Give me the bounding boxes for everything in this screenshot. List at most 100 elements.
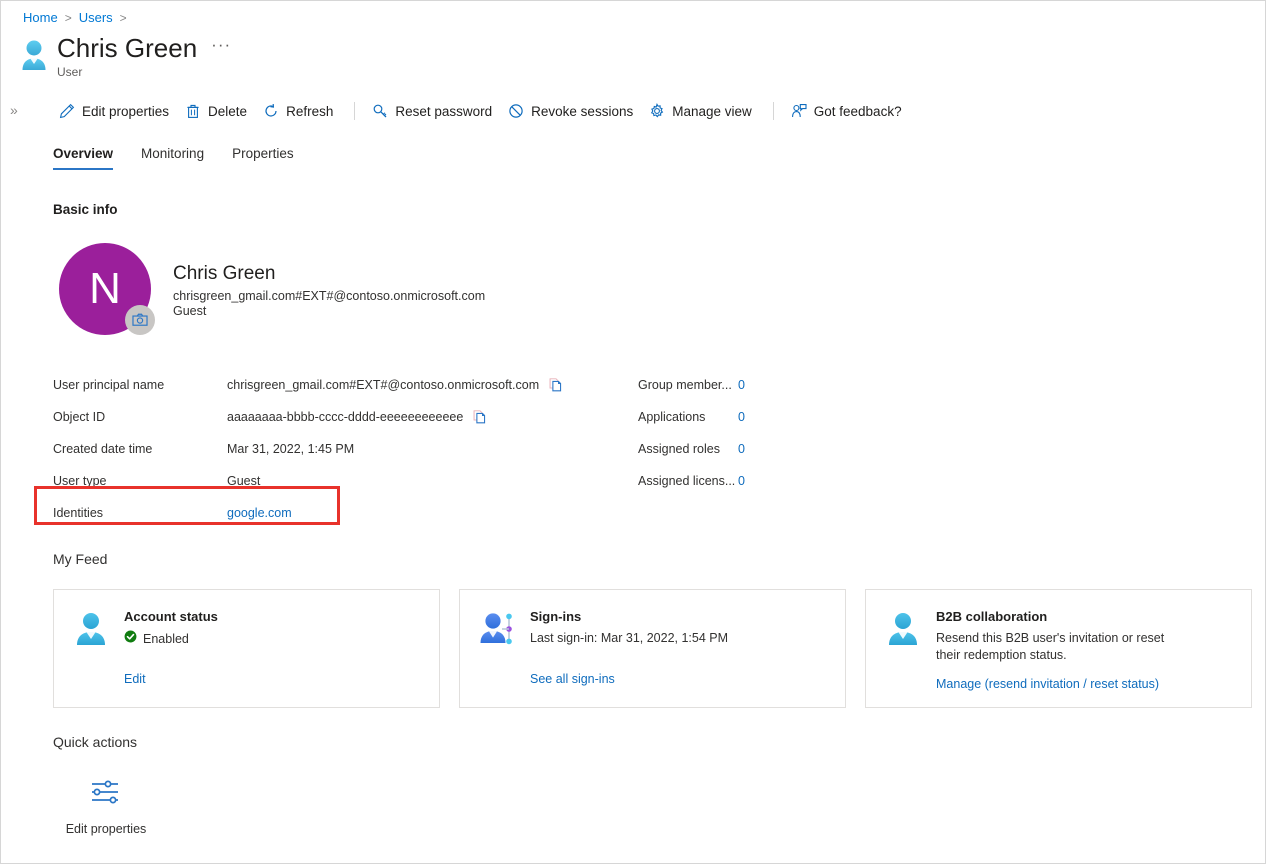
user-identity-block: N Chris Green chrisgreen_gmail.com#EXT#@… xyxy=(59,243,485,335)
toolbar-label: Refresh xyxy=(286,103,334,119)
sliders-icon xyxy=(89,776,123,808)
property-label: Identities xyxy=(53,506,104,520)
basic-info-heading: Basic info xyxy=(53,202,118,217)
breadcrumb-item-home[interactable]: Home xyxy=(23,10,58,25)
identity-name: Chris Green xyxy=(173,263,276,284)
last-signin-text: Last sign-in: Mar 31, 2022, 1:54 PM xyxy=(530,631,729,645)
property-value-count[interactable]: 0 xyxy=(738,474,745,488)
b2b-description: Resend this B2B user's invitation or res… xyxy=(936,631,1165,662)
property-value-text: chrisgreen_gmail.com#EXT#@contoso.onmicr… xyxy=(227,378,540,392)
property-value-count[interactable]: 0 xyxy=(738,378,745,392)
identity-upn: chrisgreen_gmail.com#EXT#@contoso.onmicr… xyxy=(173,289,486,303)
tab-label: Properties xyxy=(232,146,294,161)
tab-label: Monitoring xyxy=(141,146,205,161)
toolbar-label: Reset password xyxy=(395,103,493,119)
breadcrumb: Home > Users > xyxy=(23,10,127,25)
card-b2b-collaboration: B2B collaboration Resend this B2B user's… xyxy=(865,589,1252,708)
gear-icon xyxy=(649,103,665,119)
property-value-count[interactable]: 0 xyxy=(738,442,745,456)
page-header: Chris Green ··· User xyxy=(19,33,231,79)
my-feed-cards: Account status Enabled Edit Sign-ins Las… xyxy=(53,589,1252,708)
property-value-count[interactable]: 0 xyxy=(738,410,745,424)
person-icon xyxy=(19,38,49,74)
refresh-icon xyxy=(263,103,279,119)
toolbar-label: Edit properties xyxy=(82,103,170,119)
identities-link[interactable]: google.com xyxy=(227,506,292,520)
edit-properties-button[interactable]: Edit properties xyxy=(53,100,179,122)
toolbar-label: Revoke sessions xyxy=(531,103,634,119)
identity-user-type: Guest xyxy=(173,304,207,318)
tab-monitoring[interactable]: Monitoring xyxy=(127,144,218,170)
toolbar-label: Manage view xyxy=(672,103,752,119)
toolbar-divider xyxy=(354,102,356,120)
person-signin-icon xyxy=(478,610,516,648)
status-text: Enabled xyxy=(143,631,189,646)
person-b2b-icon xyxy=(884,610,922,648)
pencil-icon xyxy=(59,103,75,119)
property-label: User principal name xyxy=(53,378,165,392)
tab-label: Overview xyxy=(53,146,114,161)
manage-view-button[interactable]: Manage view xyxy=(643,100,762,122)
page-title: Chris Green xyxy=(57,33,198,63)
expand-sidebar-icon[interactable]: » xyxy=(10,102,18,118)
breadcrumb-item-users[interactable]: Users xyxy=(79,10,113,25)
reset-password-button[interactable]: Reset password xyxy=(366,100,502,122)
camera-icon[interactable] xyxy=(125,305,155,335)
user-overview-page: Home > Users > Chris Green ··· User » Ed… xyxy=(1,1,1265,863)
properties-right-column: Group member... 0 Applications 0 Assigne… xyxy=(638,369,938,497)
property-row-group-memberships: Group member... 0 xyxy=(638,369,938,401)
copy-icon[interactable] xyxy=(472,409,487,425)
property-value: Guest xyxy=(227,474,261,488)
property-label: Assigned licens... xyxy=(638,474,736,488)
person-status-icon xyxy=(72,610,110,648)
toolbar-divider xyxy=(772,102,774,120)
property-label: Group member... xyxy=(638,378,732,392)
card-account-status: Account status Enabled Edit xyxy=(53,589,440,708)
card-title: Account status xyxy=(124,609,218,624)
page-subtitle: User xyxy=(57,65,83,79)
account-status-value: Enabled xyxy=(124,630,218,648)
property-row-assigned-licenses: Assigned licens... 0 xyxy=(638,465,938,497)
tab-bar: Overview Monitoring Properties xyxy=(53,144,308,170)
refresh-button[interactable]: Refresh xyxy=(257,100,343,122)
revoke-sessions-button[interactable]: Revoke sessions xyxy=(502,100,643,122)
delete-button[interactable]: Delete xyxy=(179,100,257,122)
breadcrumb-separator-icon: > xyxy=(119,10,127,25)
more-options-button[interactable]: ··· xyxy=(211,36,231,58)
property-value: Mar 31, 2022, 1:45 PM xyxy=(227,442,355,456)
quick-action-edit-properties[interactable]: Edit properties xyxy=(64,776,148,836)
property-label: Object ID xyxy=(53,410,106,424)
see-all-signins-link[interactable]: See all sign-ins xyxy=(530,672,615,686)
property-label: Applications xyxy=(638,410,706,424)
command-toolbar: Edit properties Delete Refresh Reset pas… xyxy=(53,98,912,124)
property-label: Created date time xyxy=(53,442,153,456)
card-title: Sign-ins xyxy=(530,609,582,624)
tab-properties[interactable]: Properties xyxy=(218,144,308,170)
feedback-icon xyxy=(791,103,807,119)
property-value: aaaaaaaa-bbbb-cccc-dddd-eeeeeeeeeeee xyxy=(227,409,487,425)
property-row-applications: Applications 0 xyxy=(638,401,938,433)
property-value: chrisgreen_gmail.com#EXT#@contoso.onmicr… xyxy=(227,377,563,393)
property-row-created-date-time: Created date time Mar 31, 2022, 1:45 PM xyxy=(53,433,593,465)
tab-overview[interactable]: Overview xyxy=(53,144,127,170)
edit-account-status-link[interactable]: Edit xyxy=(124,672,146,686)
toolbar-label: Delete xyxy=(208,103,248,119)
property-row-identities: Identities google.com xyxy=(53,497,593,529)
trash-icon xyxy=(185,103,201,119)
properties-left-column: User principal name chrisgreen_gmail.com… xyxy=(53,369,593,529)
property-row-user-type: User type Guest xyxy=(53,465,593,497)
property-value-text: aaaaaaaa-bbbb-cccc-dddd-eeeeeeeeeeee xyxy=(227,410,464,424)
toolbar-label: Got feedback? xyxy=(813,103,902,119)
breadcrumb-separator-icon: > xyxy=(64,10,72,25)
block-icon xyxy=(508,103,524,119)
avatar-wrapper: N xyxy=(59,243,155,335)
got-feedback-button[interactable]: Got feedback? xyxy=(785,100,912,122)
manage-b2b-link[interactable]: Manage (resend invitation / reset status… xyxy=(936,677,1159,691)
my-feed-heading: My Feed xyxy=(53,551,108,567)
property-label: Assigned roles xyxy=(638,442,720,456)
property-row-assigned-roles: Assigned roles 0 xyxy=(638,433,938,465)
property-label: User type xyxy=(53,474,107,488)
property-row-user-principal-name: User principal name chrisgreen_gmail.com… xyxy=(53,369,593,401)
card-title: B2B collaboration xyxy=(936,609,1048,624)
copy-icon[interactable] xyxy=(548,377,563,393)
